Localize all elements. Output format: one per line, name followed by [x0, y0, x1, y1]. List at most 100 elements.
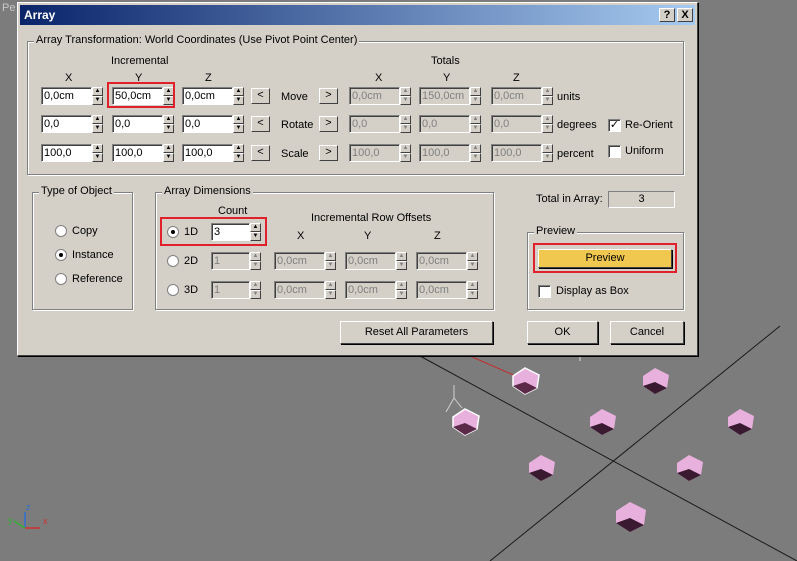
tot-scale-x-spinner[interactable]: 100,0 ▲ ▼: [349, 144, 411, 162]
count-3d-spinner[interactable]: 1 ▲ ▼: [211, 281, 261, 299]
uniform-label: Uniform: [625, 145, 664, 157]
offset-3d-y-field[interactable]: 0,0cm: [345, 281, 396, 299]
tot-rotate-z-field[interactable]: 0,0: [491, 115, 542, 133]
help-button[interactable]: ?: [659, 8, 675, 22]
offset-3d-x-spinner[interactable]: 0,0cm ▲ ▼: [274, 281, 336, 299]
inc-scale-z-field[interactable]: 100,0: [182, 144, 233, 162]
copy-radio[interactable]: [55, 225, 67, 237]
inc-move-z-field[interactable]: 0,0cm: [182, 87, 233, 105]
box-objects: [452, 367, 754, 532]
move-left-arrow-button[interactable]: <: [251, 88, 270, 104]
inc-scale-y-field[interactable]: 100,0: [112, 144, 163, 162]
array-dialog: Array ? X Array Transformation: World Co…: [17, 2, 698, 356]
inc-move-x-field[interactable]: 0,0cm: [41, 87, 92, 105]
copy-label: Copy: [72, 225, 98, 237]
offset-3d-x-field[interactable]: 0,0cm: [274, 281, 325, 299]
scale-label: Scale: [281, 148, 309, 160]
inc-scale-x-field[interactable]: 100,0: [41, 144, 92, 162]
rotate-unit-label: degrees: [557, 119, 597, 131]
totals-label: Totals: [431, 55, 460, 67]
tot-rotate-y-field[interactable]: 0,0: [419, 115, 470, 133]
inc-move-x-spinner[interactable]: 0,0cm ▲ ▼: [41, 87, 103, 105]
total-in-array-value: 3: [608, 191, 675, 208]
count-label: Count: [218, 205, 248, 217]
scale-left-arrow-button[interactable]: <: [251, 145, 270, 161]
incremental-label: Incremental: [111, 55, 169, 67]
tot-rotate-x-field[interactable]: 0,0: [349, 115, 400, 133]
scale-right-arrow-button[interactable]: >: [319, 145, 338, 161]
inc-rotate-y-field[interactable]: 0,0: [112, 115, 163, 133]
reset-all-parameters-button[interactable]: Reset All Parameters: [340, 321, 493, 344]
inc-scale-z-spinner[interactable]: 100,0 ▲ ▼: [182, 144, 244, 162]
y-move-highlight: [107, 82, 175, 108]
tot-move-z-spinner[interactable]: 0,0cm ▲ ▼: [491, 87, 553, 105]
tot-move-y-field[interactable]: 150,0cm: [419, 87, 470, 105]
tot-scale-y-spinner[interactable]: 100,0 ▲ ▼: [419, 144, 481, 162]
offset-2d-z-spinner[interactable]: 0,0cm ▲ ▼: [416, 252, 478, 270]
count-3d-field[interactable]: 1: [211, 281, 250, 299]
scale-unit-label: percent: [557, 148, 594, 160]
count-2d-field[interactable]: 1: [211, 252, 250, 270]
inc-rotate-y-spinner[interactable]: 0,0 ▲ ▼: [112, 115, 174, 133]
dim-2d-label: 2D: [184, 255, 199, 267]
inc-rotate-z-spinner[interactable]: 0,0 ▲ ▼: [182, 115, 244, 133]
tot-move-x-field[interactable]: 0,0cm: [349, 87, 400, 105]
type-of-object-caption: Type of Object: [39, 185, 114, 197]
offset-3d-y-spinner[interactable]: 0,0cm ▲ ▼: [345, 281, 407, 299]
axis-x-label: x: [43, 516, 48, 526]
inc-scale-y-spinner[interactable]: 100,0 ▲ ▼: [112, 144, 174, 162]
display-as-box-label: Display as Box: [556, 285, 629, 297]
instance-radio[interactable]: [55, 249, 67, 261]
tot-move-z-field[interactable]: 0,0cm: [491, 87, 542, 105]
dim-3d-label: 3D: [184, 284, 199, 296]
rotate-left-arrow-button[interactable]: <: [251, 116, 270, 132]
rotate-right-arrow-button[interactable]: >: [319, 116, 338, 132]
tot-y-header: Y: [443, 72, 451, 84]
display-as-box-checkbox[interactable]: [538, 285, 551, 298]
offset-x-header: X: [297, 230, 305, 242]
transform-caption: Array Transformation: World Coordinates …: [34, 34, 360, 46]
tot-scale-x-field[interactable]: 100,0: [349, 144, 400, 162]
instance-label: Instance: [72, 249, 114, 261]
offset-2d-z-field[interactable]: 0,0cm: [416, 252, 467, 270]
inc-rotate-z-field[interactable]: 0,0: [182, 115, 233, 133]
dim-3d-radio[interactable]: [167, 284, 179, 296]
tot-rotate-x-spinner[interactable]: 0,0 ▲ ▼: [349, 115, 411, 133]
offset-2d-x-field[interactable]: 0,0cm: [274, 252, 325, 270]
inc-scale-x-spinner[interactable]: 100,0 ▲ ▼: [41, 144, 103, 162]
tot-move-x-spinner[interactable]: 0,0cm ▲ ▼: [349, 87, 411, 105]
preview-button[interactable]: Preview: [538, 249, 672, 268]
tot-scale-z-spinner[interactable]: 100,0 ▲ ▼: [491, 144, 553, 162]
move-unit-label: units: [557, 91, 581, 103]
tot-scale-z-field[interactable]: 100,0: [491, 144, 542, 162]
move-right-arrow-button[interactable]: >: [319, 88, 338, 104]
ok-button[interactable]: OK: [527, 321, 598, 344]
tot-move-y-spinner[interactable]: 150,0cm ▲ ▼: [419, 87, 481, 105]
inc-rotate-x-spinner[interactable]: 0,0 ▲ ▼: [41, 115, 103, 133]
rotate-label: Rotate: [281, 119, 314, 131]
inc-move-z-spinner[interactable]: 0,0cm ▲ ▼: [182, 87, 244, 105]
inc-x-header: X: [65, 72, 73, 84]
title-bar[interactable]: Array ? X: [20, 5, 695, 25]
dim-2d-radio[interactable]: [167, 255, 179, 267]
uniform-checkbox[interactable]: [608, 145, 621, 158]
offset-3d-z-spinner[interactable]: 0,0cm ▲ ▼: [416, 281, 478, 299]
offset-2d-x-spinner[interactable]: 0,0cm ▲ ▼: [274, 252, 336, 270]
offset-3d-z-field[interactable]: 0,0cm: [416, 281, 467, 299]
axis-y-label: y: [8, 515, 13, 525]
inc-rotate-x-field[interactable]: 0,0: [41, 115, 92, 133]
reorient-checkbox[interactable]: ✓: [608, 119, 621, 132]
cancel-button[interactable]: Cancel: [610, 321, 684, 344]
offset-2d-y-field[interactable]: 0,0cm: [345, 252, 396, 270]
tot-rotate-y-spinner[interactable]: 0,0 ▲ ▼: [419, 115, 481, 133]
close-button[interactable]: X: [677, 8, 693, 22]
reference-radio[interactable]: [55, 273, 67, 285]
move-label: Move: [281, 91, 308, 103]
tot-scale-y-field[interactable]: 100,0: [419, 144, 470, 162]
offset-2d-y-spinner[interactable]: 0,0cm ▲ ▼: [345, 252, 407, 270]
offset-z-header: Z: [434, 230, 441, 242]
count-2d-spinner[interactable]: 1 ▲ ▼: [211, 252, 261, 270]
transform-gizmo-icon: [445, 385, 463, 413]
tot-rotate-z-spinner[interactable]: 0,0 ▲ ▼: [491, 115, 553, 133]
dialog-title: Array: [24, 8, 56, 22]
